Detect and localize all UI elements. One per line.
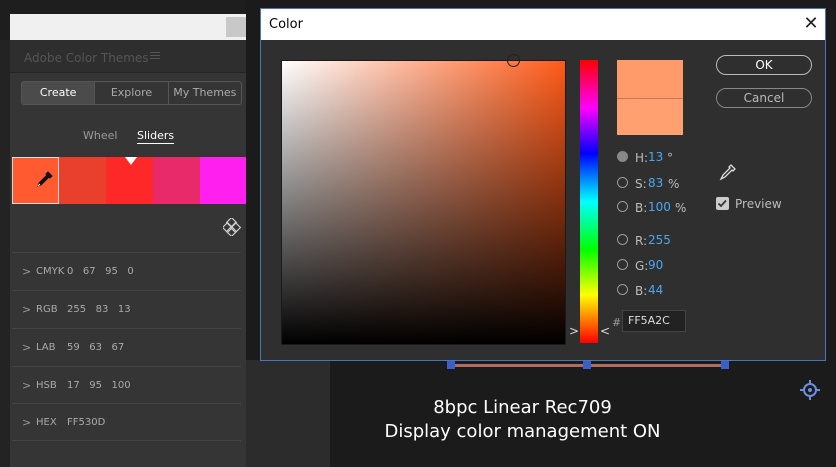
mode-label: HSB — [36, 380, 57, 391]
b-label: B: — [635, 201, 648, 215]
r-label: R: — [635, 234, 648, 248]
mode-row-cmyk[interactable]: > CMYK 0 67 95 0 — [12, 252, 241, 290]
swatch-1[interactable] — [12, 157, 59, 204]
hex-hash-label: # — [612, 316, 622, 329]
blue-value-input[interactable]: 44 — [648, 283, 663, 297]
topbar-strip — [10, 14, 246, 40]
ok-button[interactable]: OK — [716, 55, 812, 75]
g-label: G: — [635, 259, 649, 273]
r-radio[interactable] — [617, 234, 628, 245]
blue-label: B: — [635, 284, 648, 298]
mode-label: RGB — [36, 304, 58, 315]
s-unit: % — [668, 177, 680, 191]
s-label: S: — [635, 177, 647, 191]
b-value-input[interactable]: 100 — [648, 200, 671, 214]
divider — [12, 440, 241, 441]
color-harmony-icon[interactable] — [223, 218, 241, 236]
r-value-input[interactable]: 255 — [648, 233, 671, 247]
caption-line-2: Display color management ON — [384, 421, 661, 442]
tab-explore[interactable]: Explore — [95, 82, 169, 104]
close-icon[interactable]: ✕ — [799, 12, 823, 36]
topbar-button[interactable] — [226, 17, 246, 37]
b-unit: % — [675, 201, 687, 215]
panel-title: Adobe Color Themes — [24, 51, 149, 65]
mode-value: FF530D — [67, 417, 106, 428]
mode-sliders-link[interactable]: Sliders — [137, 129, 175, 144]
left-topbar — [0, 0, 246, 40]
swatch-5[interactable] — [200, 157, 246, 204]
preview-checkbox[interactable] — [716, 197, 729, 210]
hex-input[interactable]: FF5A2C — [622, 310, 686, 332]
chevron-right-icon: > — [22, 379, 32, 392]
hue-slider-handle-right-icon[interactable]: < — [600, 324, 610, 338]
color-dialog: Color ✕ > < H: 13 ° S: 83 % B: 100 % R: … — [260, 8, 826, 361]
h-label: H: — [635, 151, 649, 165]
anchor-point-icon[interactable] — [800, 380, 820, 400]
panel-header: Adobe Color Themes — [10, 40, 246, 73]
swatch-2[interactable] — [59, 157, 106, 204]
mode-value: 17 95 100 — [67, 380, 131, 391]
preview-label: Preview — [735, 197, 782, 211]
mode-row-hex[interactable]: > HEX FF530D — [12, 403, 241, 441]
saturation-brightness-field[interactable] — [281, 60, 566, 345]
blue-radio[interactable] — [617, 284, 628, 295]
hue-slider-handle-left-icon[interactable]: > — [569, 324, 579, 338]
color-picker-cursor[interactable] — [507, 54, 520, 67]
b-radio[interactable] — [617, 201, 628, 212]
mode-value: 255 83 13 — [67, 304, 131, 315]
s-radio[interactable] — [617, 177, 628, 188]
h-radio[interactable] — [617, 151, 628, 162]
chevron-right-icon: > — [22, 416, 32, 429]
anchor-handle[interactable] — [447, 361, 455, 369]
g-value-input[interactable]: 90 — [648, 258, 663, 272]
cancel-button[interactable]: Cancel — [716, 88, 812, 108]
left-gutter — [0, 40, 10, 467]
anchor-handle[interactable] — [721, 361, 729, 369]
tab-my-themes[interactable]: My Themes — [169, 82, 241, 104]
current-color-preview — [617, 99, 683, 135]
mode-label: HEX — [36, 417, 57, 428]
mode-label: CMYK — [36, 266, 65, 277]
caption-line-1: 8bpc Linear Rec709 — [433, 397, 612, 418]
base-color-caret-icon — [125, 157, 137, 165]
mode-value: 0 67 95 0 — [67, 266, 134, 277]
adobe-color-themes-panel: Adobe Color Themes Create Explore My The… — [10, 40, 246, 467]
eyedropper-icon[interactable] — [33, 169, 55, 191]
hamburger-menu-icon[interactable] — [150, 52, 160, 60]
mode-label: LAB — [36, 342, 56, 353]
s-value-input[interactable]: 83 — [648, 176, 663, 190]
hue-slider[interactable] — [580, 60, 598, 343]
panel-background — [246, 360, 330, 467]
mode-value: 59 63 67 — [67, 342, 125, 353]
dialog-title: Color — [269, 17, 303, 32]
eyedropper-icon[interactable] — [716, 162, 738, 184]
swatch-4[interactable] — [153, 157, 200, 204]
dialog-titlebar: Color ✕ — [261, 9, 825, 40]
anchor-handle[interactable] — [583, 361, 591, 369]
mode-row-rgb[interactable]: > RGB 255 83 13 — [12, 290, 241, 328]
chevron-right-icon: > — [22, 265, 32, 278]
mode-row-hsb[interactable]: > HSB 17 95 100 — [12, 366, 241, 404]
new-color-preview — [617, 60, 683, 99]
chevron-right-icon: > — [22, 341, 32, 354]
g-radio[interactable] — [617, 259, 628, 270]
checkmark-icon — [717, 199, 727, 208]
tab-create[interactable]: Create — [22, 82, 96, 104]
h-value-input[interactable]: 13 — [648, 150, 663, 164]
mode-wheel-link[interactable]: Wheel — [83, 129, 117, 142]
h-unit: ° — [667, 151, 673, 165]
mode-row-lab[interactable]: > LAB 59 63 67 — [12, 328, 241, 366]
theme-tabs: Create Explore My Themes — [21, 81, 242, 105]
chevron-right-icon: > — [22, 303, 32, 316]
